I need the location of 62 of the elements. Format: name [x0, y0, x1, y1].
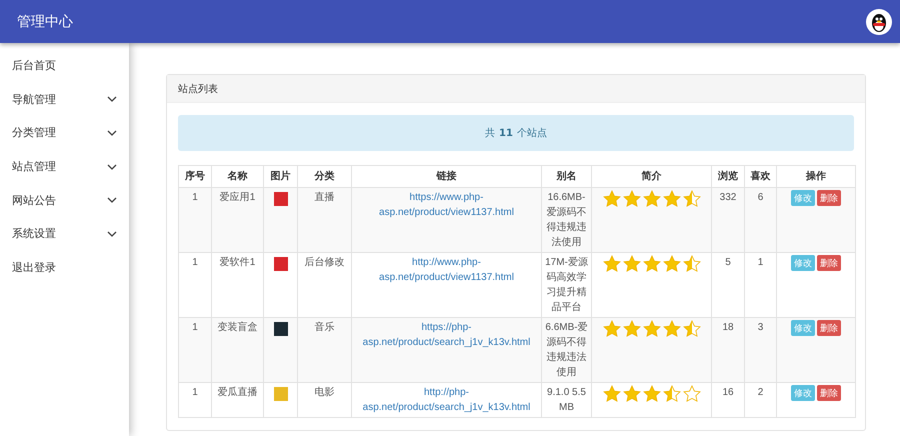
- table-cell: 2: [744, 382, 776, 418]
- star-icon: [642, 190, 660, 207]
- table-cell: 音乐: [298, 318, 352, 382]
- sidebar-item[interactable]: 站点管理: [0, 150, 129, 184]
- table-cell: 332: [712, 188, 744, 252]
- sidebar-item[interactable]: 退出登录: [0, 250, 129, 284]
- star-icon: [622, 385, 640, 402]
- table-cell: 16.6MB-爱源码不得违规违法使用: [542, 188, 592, 252]
- star-icon: [642, 255, 660, 272]
- chevron-down-icon: [107, 164, 117, 170]
- column-header: 简介: [592, 166, 712, 188]
- star-icon: [602, 320, 620, 337]
- table-cell: 6.6MB-爱源码不得违规违法使用: [542, 318, 592, 382]
- star-icon: [622, 320, 640, 337]
- table-cell: 16: [712, 382, 744, 418]
- column-header: 链接: [352, 166, 542, 188]
- delete-button[interactable]: 删除: [817, 385, 841, 401]
- table-cell: 爱应用1: [212, 188, 264, 252]
- sidebar-item[interactable]: 后台首页: [0, 49, 129, 83]
- delete-button[interactable]: 删除: [817, 255, 841, 271]
- sidebar-item[interactable]: 导航管理: [0, 82, 129, 116]
- table-cell: 1: [178, 382, 212, 418]
- star-icon: [642, 320, 660, 337]
- table-cell: 变装盲盒: [212, 318, 264, 382]
- app-title: 管理中心: [17, 12, 73, 30]
- star-icon: [662, 190, 680, 207]
- sidebar-item[interactable]: 网站公告: [0, 183, 129, 217]
- table-cell: 9.1.0 5.5MB: [542, 382, 592, 418]
- star-icon: [682, 255, 700, 272]
- summary-alert: 共 11 个站点: [178, 115, 854, 151]
- panel-title: 站点列表: [167, 75, 865, 103]
- star-icon: [642, 385, 660, 402]
- chevron-down-icon: [107, 230, 117, 237]
- star-icon: [682, 385, 700, 402]
- star-icon: [622, 190, 640, 207]
- chevron-down-icon: [107, 130, 117, 136]
- star-icon: [602, 385, 620, 402]
- delete-button[interactable]: 删除: [817, 190, 841, 206]
- penguin-icon[interactable]: [866, 8, 892, 34]
- table-cell: 18: [712, 318, 744, 382]
- table-cell: 爱瓜直播: [212, 382, 264, 418]
- table-cell: 电影: [298, 382, 352, 418]
- star-icon: [662, 255, 680, 272]
- chevron-down-icon: [107, 96, 117, 102]
- chevron-down-icon: [107, 197, 117, 204]
- table-cell: 1: [178, 318, 212, 382]
- table-cell: 6: [744, 188, 776, 252]
- delete-button[interactable]: 删除: [817, 320, 841, 336]
- star-icon: [682, 190, 700, 207]
- star-icon: [682, 320, 700, 337]
- table-cell: 1: [178, 252, 212, 318]
- star-icon: [662, 320, 680, 337]
- table-cell: 直播: [298, 188, 352, 252]
- star-icon: [602, 255, 620, 272]
- star-icon: [602, 190, 620, 207]
- star-icon: [622, 255, 640, 272]
- table-cell: 3: [744, 318, 776, 382]
- sidebar-item[interactable]: 分类管理: [0, 116, 129, 150]
- table-cell: 1: [178, 188, 212, 252]
- sidebar-item[interactable]: 系统设置: [0, 216, 129, 251]
- star-icon: [662, 385, 680, 402]
- column-header: 序号: [178, 166, 212, 188]
